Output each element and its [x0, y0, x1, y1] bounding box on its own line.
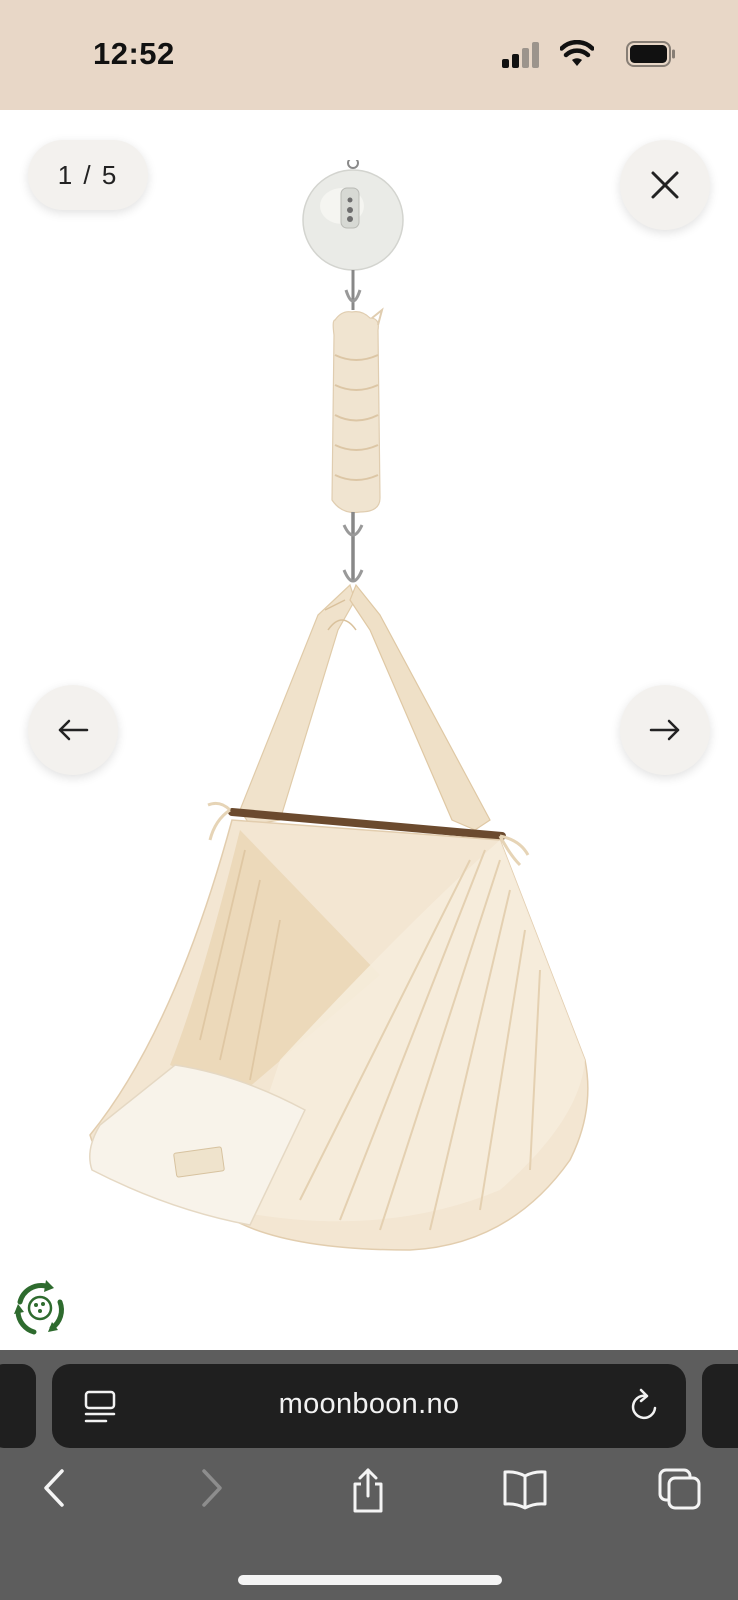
tabs-icon[interactable] — [658, 1468, 702, 1510]
wifi-icon — [560, 40, 594, 66]
url-text: moonboon.no — [278, 1388, 460, 1420]
close-icon — [651, 171, 679, 199]
previous-tab-preview[interactable] — [0, 1364, 36, 1448]
bookmarks-icon[interactable] — [502, 1468, 548, 1510]
arrow-right-icon — [649, 719, 680, 741]
signal-icon — [502, 42, 539, 68]
eco-recycle-badge[interactable] — [12, 1280, 68, 1336]
forward-icon[interactable] — [196, 1468, 226, 1508]
image-gallery-viewer: 1 / 5 — [0, 110, 738, 1350]
address-bar[interactable]: moonboon.no — [52, 1364, 686, 1448]
back-icon[interactable] — [40, 1468, 70, 1508]
product-image[interactable] — [80, 160, 640, 1270]
next-tab-preview[interactable] — [702, 1364, 738, 1448]
next-image-button[interactable] — [620, 685, 710, 775]
reload-icon[interactable] — [628, 1388, 660, 1422]
status-bar: 12:52 — [0, 0, 738, 110]
share-icon[interactable] — [348, 1468, 388, 1514]
status-time: 12:52 — [93, 36, 175, 71]
image-counter: 1 / 5 — [28, 140, 148, 210]
browser-toolbar: moonboon.no — [0, 1350, 738, 1600]
close-button[interactable] — [620, 140, 710, 230]
home-indicator[interactable] — [238, 1575, 502, 1585]
previous-image-button[interactable] — [28, 685, 118, 775]
battery-icon — [626, 41, 675, 67]
arrow-left-icon — [58, 719, 89, 741]
